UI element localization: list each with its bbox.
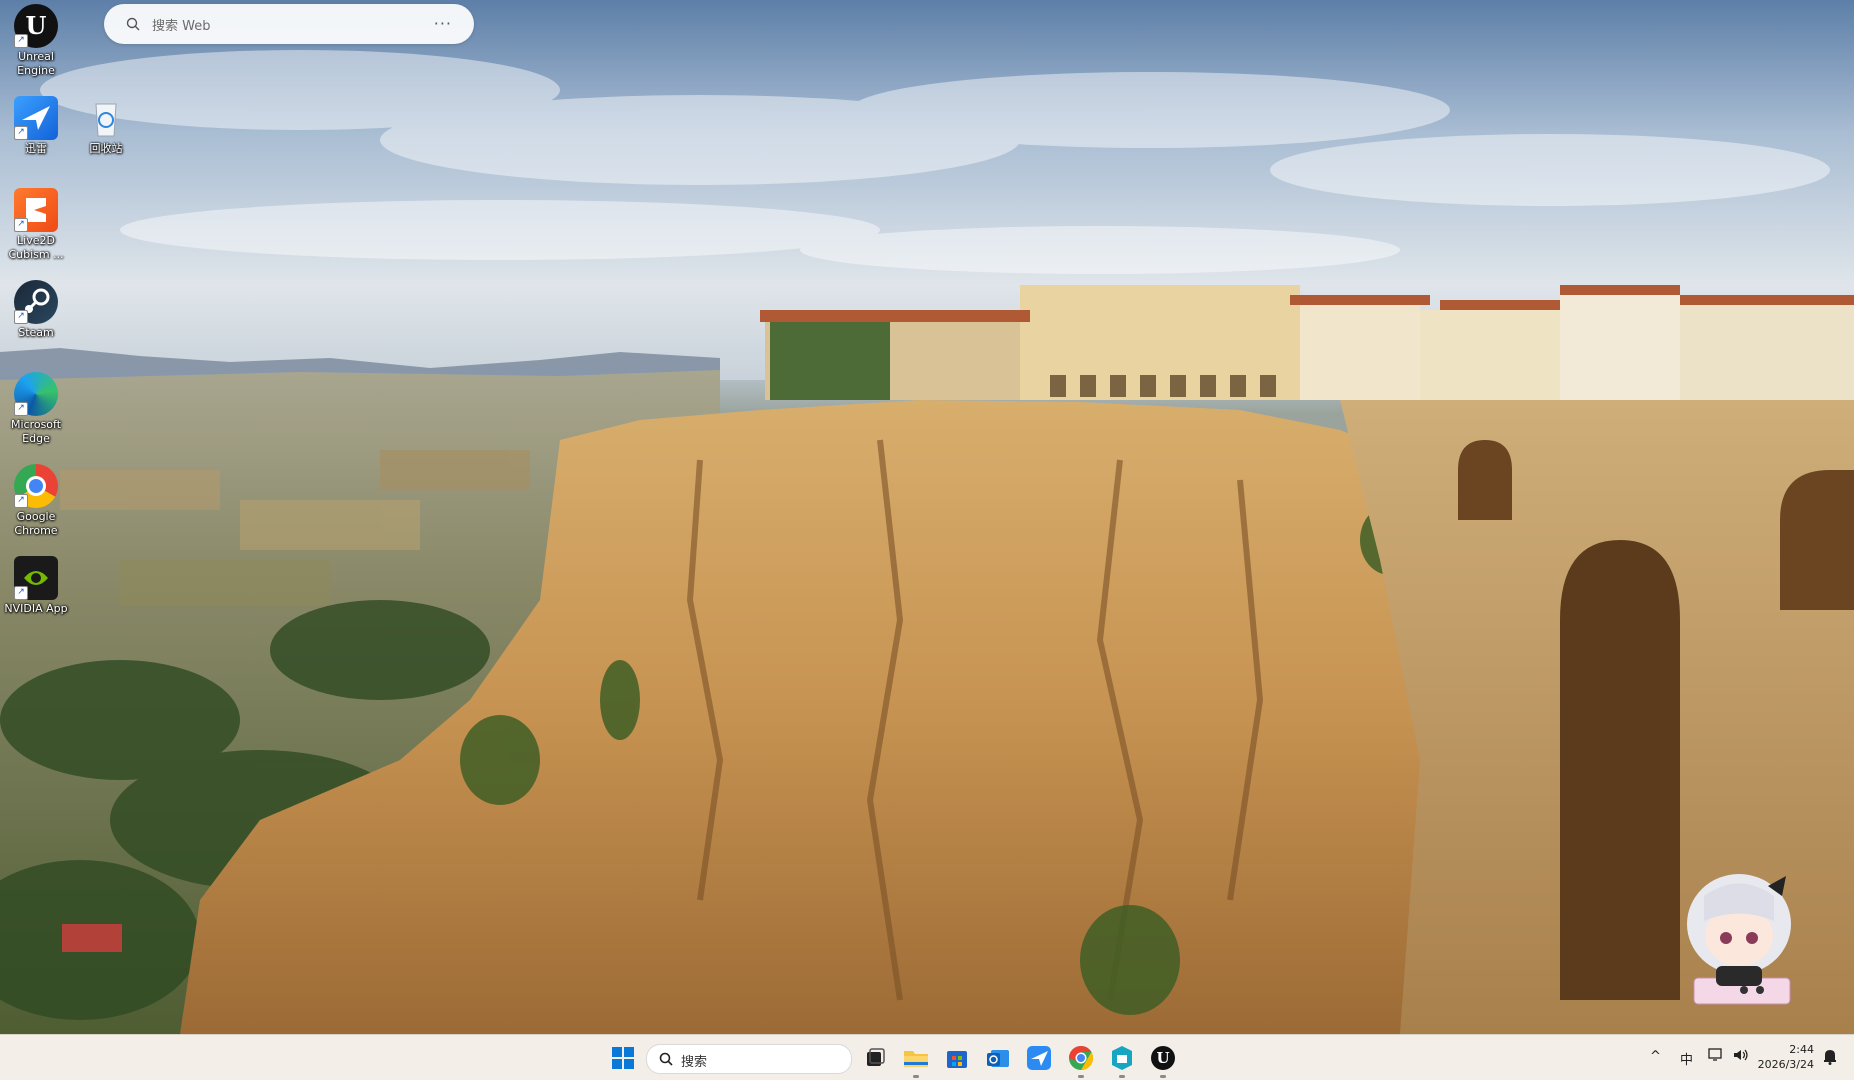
speaker-icon [1734, 1049, 1748, 1061]
desktop-icon-chrome[interactable]: ↗ Google Chrome [0, 464, 72, 538]
file-explorer-icon [904, 1051, 928, 1067]
shortcut-arrow-icon: ↗ [14, 126, 28, 140]
wallpaper-landscape [0, 0, 1854, 1034]
taskbar-app-microsoft-store[interactable] [942, 1043, 972, 1073]
desktop-icon-label: 回收站 [89, 142, 123, 155]
taskbar-app-xunlei[interactable] [1024, 1043, 1054, 1073]
windows-start-icon [612, 1047, 634, 1069]
shortcut-arrow-icon: ↗ [14, 310, 28, 324]
search-icon [126, 17, 140, 31]
clock-time: 2:44 [1789, 1043, 1814, 1056]
taskbar-app-outlook[interactable] [983, 1043, 1013, 1073]
nvidia-icon: ↗ [14, 556, 58, 600]
desktop-icon-xunlei[interactable]: ↗ 迅雷 [0, 96, 72, 156]
taskbar-search-label: 搜索 [681, 1055, 708, 1070]
desktop-icon-live2d[interactable]: ↗ Live2D Cubism ... [0, 188, 72, 262]
search-icon [659, 1052, 673, 1066]
notification-bell-icon[interactable] [1822, 1047, 1838, 1069]
chrome-icon [1069, 1046, 1094, 1070]
desktop-wallpaper [0, 0, 1854, 1034]
shortcut-arrow-icon: ↗ [14, 586, 28, 600]
edge-icon: ↗ [14, 372, 58, 416]
input-method-indicator[interactable]: 中 [1680, 1049, 1693, 1068]
web-search-placeholder[interactable]: 搜索 Web [152, 15, 210, 34]
taskbar: 搜索 U ^ 中 2:44 2026/3/24 [0, 1034, 1854, 1080]
bell-icon [1824, 1050, 1836, 1065]
unreal-engine-icon: U ↗ [14, 4, 58, 48]
live2d-icon: ↗ [14, 188, 58, 232]
desktop-icon-unreal-engine[interactable]: U ↗ Unreal Engine [0, 4, 72, 78]
desktop-icon-nvidia[interactable]: ↗ NVIDIA App [0, 556, 72, 616]
svg-text:U: U [26, 11, 47, 40]
running-indicator [1119, 1075, 1125, 1078]
shortcut-arrow-icon: ↗ [14, 402, 28, 416]
clock-date: 2026/3/24 [1757, 1058, 1814, 1071]
network-monitor-icon [1708, 1048, 1722, 1061]
desktop-icon-label: Unreal Engine [17, 50, 55, 77]
taskbar-search-box[interactable]: 搜索 [646, 1044, 852, 1074]
desktop-icon-steam[interactable]: ↗ Steam [0, 280, 72, 340]
network-icon[interactable] [1708, 1048, 1724, 1066]
web-search-widget[interactable]: 搜索 Web ··· [104, 4, 474, 44]
desktop-icon-label: 迅雷 [25, 142, 47, 155]
start-button[interactable] [608, 1043, 638, 1073]
more-options-icon[interactable]: ··· [434, 14, 452, 33]
microsoft-store-icon [947, 1051, 967, 1068]
desktop-icon-edge[interactable]: ↗ Microsoft Edge [0, 372, 72, 446]
running-indicator [913, 1075, 919, 1078]
desktop-icon-recycle-bin[interactable]: 回收站 [70, 96, 142, 156]
unreal-engine-icon: U [1151, 1046, 1175, 1070]
running-indicator [1160, 1075, 1166, 1078]
desktop-icon-label: Microsoft Edge [10, 418, 62, 445]
chrome-icon: ↗ [14, 464, 58, 508]
running-indicator [1078, 1075, 1084, 1078]
desktop-mascot-character[interactable] [1664, 866, 1814, 1016]
shortcut-arrow-icon: ↗ [14, 34, 28, 48]
xunlei-icon [1027, 1046, 1051, 1070]
taskbar-app-vpn[interactable] [1107, 1043, 1137, 1078]
task-view-button[interactable] [860, 1043, 890, 1073]
show-hidden-icons-chevron[interactable]: ^ [1650, 1049, 1661, 1064]
desktop-icon-label: Steam [18, 326, 54, 339]
taskbar-clock[interactable]: 2:44 2026/3/24 [1758, 1042, 1814, 1072]
shortcut-arrow-icon: ↗ [14, 494, 28, 508]
recycle-bin-icon [84, 96, 128, 140]
desktop-icon-label: Google Chrome [14, 510, 58, 537]
shortcut-arrow-icon: ↗ [14, 218, 28, 232]
steam-icon: ↗ [14, 280, 58, 324]
taskbar-app-chrome[interactable] [1066, 1043, 1096, 1078]
taskbar-app-file-explorer[interactable] [901, 1043, 931, 1078]
vpn-app-icon [1112, 1046, 1132, 1070]
volume-icon[interactable] [1732, 1048, 1750, 1066]
xunlei-icon: ↗ [14, 96, 58, 140]
task-view-icon [867, 1048, 885, 1066]
desktop-icon-label: Live2D Cubism ... [8, 234, 64, 261]
taskbar-app-unreal-engine[interactable]: U [1148, 1043, 1178, 1078]
desktop-icon-label: NVIDIA App [4, 602, 68, 615]
svg-text:U: U [1156, 1049, 1169, 1067]
outlook-icon [987, 1050, 1009, 1067]
